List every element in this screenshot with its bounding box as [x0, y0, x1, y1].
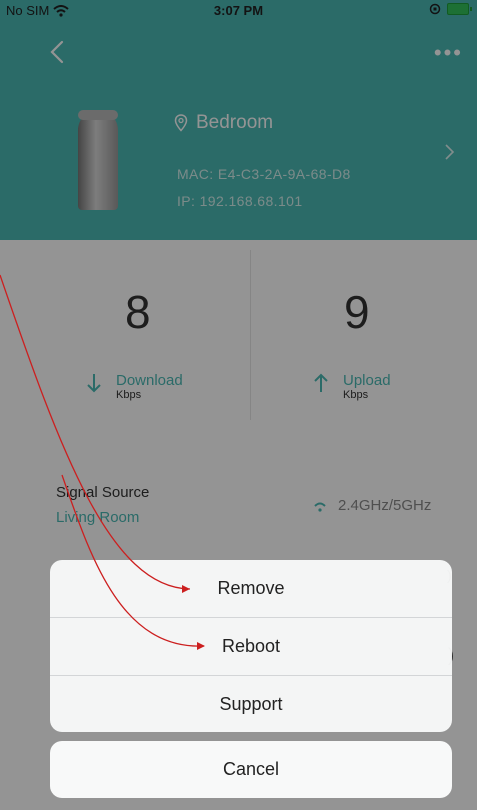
cancel-button[interactable]: Cancel [50, 741, 452, 798]
action-sheet: Remove Reboot Support [50, 560, 452, 732]
reboot-button[interactable]: Reboot [50, 618, 452, 675]
remove-button[interactable]: Remove [50, 560, 452, 617]
support-button[interactable]: Support [50, 676, 452, 732]
device-detail-screen: No SIM 3:07 PM ••• Bedroom MAC: E4-C3-2A… [0, 0, 477, 810]
